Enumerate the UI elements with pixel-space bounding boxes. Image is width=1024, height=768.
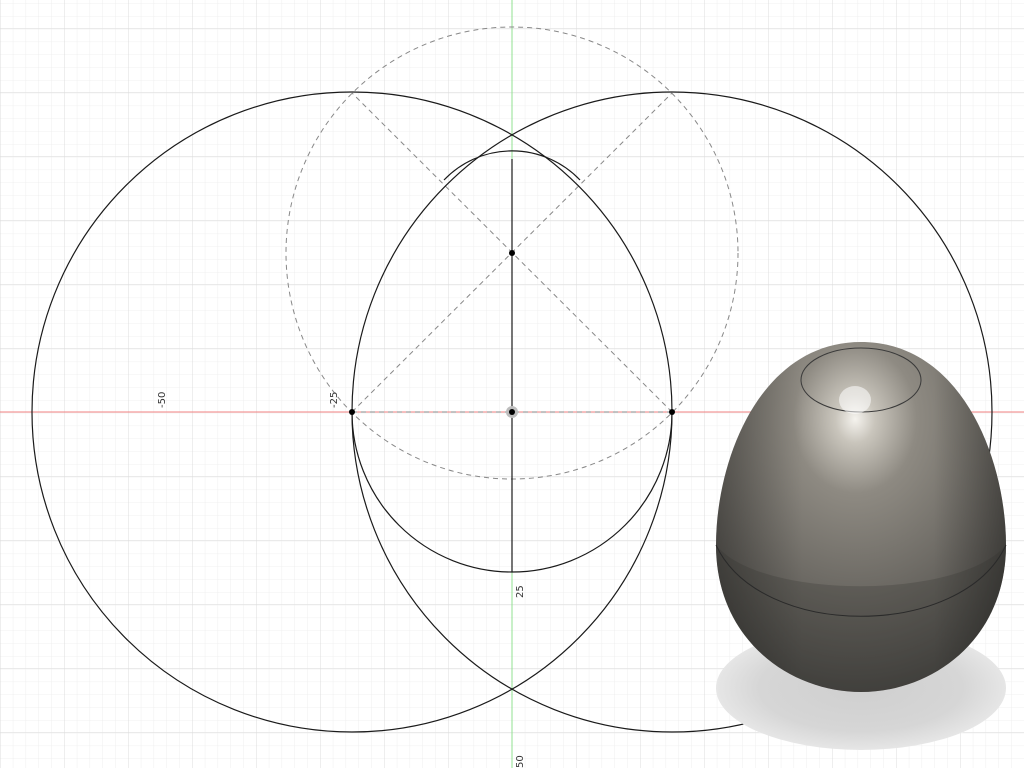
sketch-point-left[interactable] bbox=[349, 409, 355, 415]
sketch-point-right[interactable] bbox=[669, 409, 675, 415]
egg-body[interactable] bbox=[715, 342, 1007, 750]
axis-label-pos25: 25 bbox=[515, 585, 526, 598]
axis-label-neg25: -25 bbox=[329, 392, 340, 408]
design-canvas[interactable]: -50 -25 25 50 bbox=[0, 0, 1024, 768]
egg-highlight bbox=[839, 386, 871, 414]
origin-point[interactable] bbox=[509, 409, 515, 415]
axis-label-neg50: -50 bbox=[157, 392, 168, 408]
axis-label-pos50: 50 bbox=[515, 755, 526, 768]
sketch-point-top-center[interactable] bbox=[509, 250, 515, 256]
